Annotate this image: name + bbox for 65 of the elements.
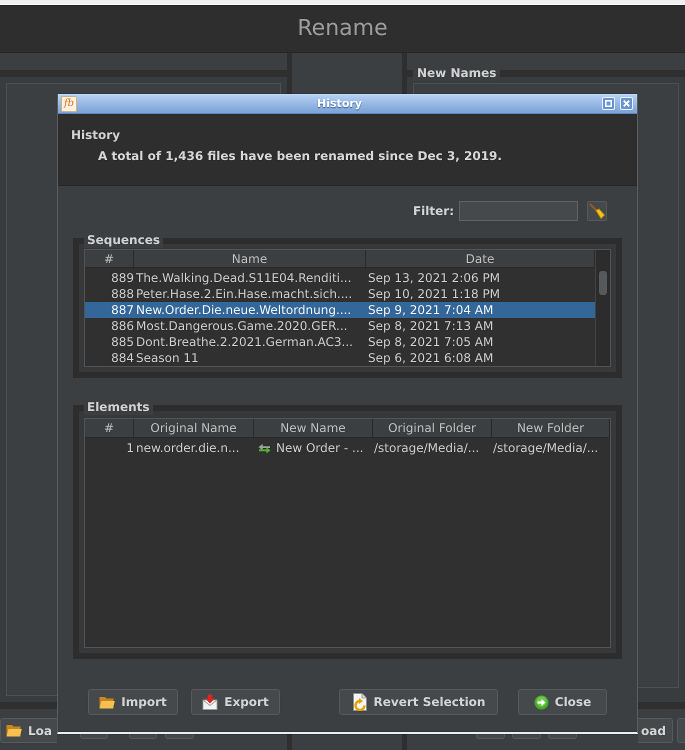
column-header[interactable]: #	[85, 250, 134, 267]
table-cell-text: 889	[110, 270, 134, 286]
table-row[interactable]: 885 Dont.Breathe.2.2021.German.AC3... Sep 8, 2021 7:05 AM	[85, 334, 595, 350]
app-logo: fb	[61, 96, 77, 112]
table-cell-text: 884	[110, 350, 134, 366]
table-cell-text: Sep 9, 2021 7:04 AM	[367, 302, 494, 318]
panel-title: Sequences	[84, 233, 163, 248]
load-button[interactable]: oad	[638, 718, 673, 743]
close-icon	[623, 100, 630, 107]
action-button[interactable]: Export	[191, 689, 280, 715]
table-cell: New Order - ...	[276, 440, 364, 456]
filter-field[interactable]	[459, 201, 578, 221]
broom-icon	[589, 203, 605, 219]
column-header[interactable]: Original Folder	[373, 419, 492, 437]
table-cell-text: /storage/Media/...	[373, 440, 480, 456]
table-cell-text: 887	[110, 302, 134, 318]
envelope-icon	[202, 694, 218, 710]
column-header[interactable]: Original Name	[134, 419, 254, 437]
table-cell-text: Sep 8, 2021 7:05 AM	[367, 334, 494, 350]
clear-filter-button[interactable]	[587, 201, 607, 221]
folder-icon	[6, 724, 22, 737]
panel-title: Elements	[84, 400, 153, 415]
close-button[interactable]	[620, 97, 633, 110]
filter-label: Filter:	[412, 203, 454, 220]
table-cell-text: Sep 13, 2021 2:06 PM	[367, 270, 502, 286]
table-cell-text: Peter.Hase.2.Ein.Hase.macht.sich....	[135, 286, 354, 302]
app-title: Rename	[297, 18, 388, 40]
table-row[interactable]: 888 Peter.Hase.2.Ein.Hase.macht.sich.... Sep 10, 2021 1:18 PM	[85, 286, 595, 302]
swap-arrows-icon	[258, 442, 271, 454]
document-arrow-icon	[352, 693, 368, 711]
scrollbar[interactable]	[595, 250, 610, 366]
arrow-circle-icon	[534, 694, 549, 710]
table-cell-text: Dont.Breathe.2.2021.German.AC3...	[135, 334, 354, 350]
action-button[interactable]: Revert Selection	[339, 689, 498, 715]
table-cell-text: New.Order.Die.neue.Weltordnung....	[135, 302, 352, 318]
header-title: History	[71, 128, 122, 143]
table-cell-text: Most.Dangerous.Game.2020.GER...	[135, 318, 348, 334]
table-row[interactable]: 887 New.Order.Die.neue.Weltordnung.... Sep 9, 2021 7:04 AM	[85, 302, 595, 318]
window-title: History	[316, 96, 363, 110]
table-cell-text: Sep 6, 2021 6:08 AM	[367, 350, 494, 366]
maximize-button[interactable]	[602, 97, 615, 110]
table-cell-text: 886	[110, 318, 134, 334]
folder-icon	[99, 696, 116, 708]
table-row[interactable]: 884 Season 11 Sep 6, 2021 6:08 AM	[85, 350, 595, 366]
table-cell-text: The.Walking.Dead.S11E04.Renditi...	[135, 270, 352, 286]
column-header[interactable]: Name	[134, 250, 366, 267]
table-cell-text: Sep 8, 2021 7:13 AM	[367, 318, 494, 334]
column-header[interactable]: New Name	[254, 419, 373, 437]
table-cell-text: new.order.die.n...	[135, 440, 240, 456]
action-button[interactable]: Close	[518, 689, 607, 715]
table-cell-text: 888	[110, 286, 134, 302]
table-cell-text: /storage/Media/...	[492, 440, 600, 456]
column-header[interactable]: #	[85, 419, 134, 437]
table-row[interactable]: 889 The.Walking.Dead.S11E04.Renditi... Sep 13, 2021 2:06 PM	[85, 270, 595, 286]
scrollbar-thumb[interactable]	[599, 271, 607, 295]
table-row[interactable]: 886 Most.Dangerous.Game.2020.GER... Sep 8, 2021 7:13 AM	[85, 318, 595, 334]
action-button[interactable]: Import	[88, 689, 178, 715]
table-cell-text: 1	[125, 440, 134, 456]
table-cell-text: 885	[110, 334, 134, 350]
table-cell-text: Sep 10, 2021 1:18 PM	[367, 286, 502, 302]
column-header[interactable]: New Folder	[492, 419, 610, 437]
table-cell-text: Season 11	[135, 350, 200, 366]
header-summary: A total of 1,436 files have been renamed since Dec 3, 2019.	[98, 149, 503, 164]
load-button[interactable]: Loa	[0, 718, 57, 743]
maximize-icon	[605, 100, 612, 107]
